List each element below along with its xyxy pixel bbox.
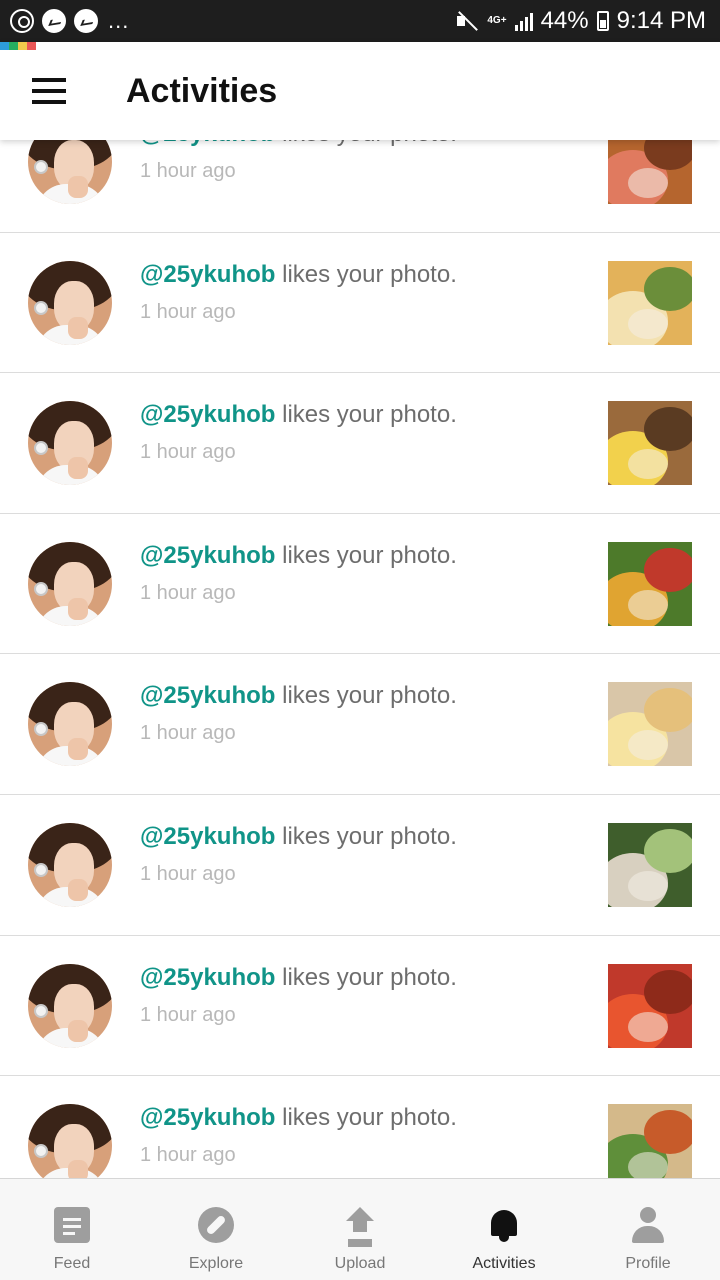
activity-text: @25ykuhob likes your photo. 1 hour ago [140,542,457,605]
activity-message: @25ykuhob likes your photo. [140,542,457,570]
nav-label: Feed [53,1255,91,1272]
avatar[interactable] [28,541,112,626]
battery-icon [596,11,609,31]
activity-row[interactable]: @25ykuhob likes your photo. 1 hour ago [0,654,720,795]
activity-text: @25ykuhob likes your photo. 1 hour ago [140,401,457,464]
messenger-icon [74,9,98,33]
app-bar: Activities [0,42,720,140]
avatar[interactable] [28,682,112,767]
avatar[interactable] [28,1104,112,1178]
nav-label: Upload [334,1255,386,1272]
nav-label: Profile [625,1255,671,1272]
profile-icon [630,1207,666,1243]
user-handle-link[interactable]: @25ykuhob [140,823,275,850]
activity-row[interactable]: @25ykuhob likes your photo. 1 hour ago [0,513,720,655]
photo-thumbnail[interactable] [608,140,692,204]
activity-text: @25ykuhob likes your photo. 1 hour ago [140,823,457,886]
activity-row[interactable]: @25ykuhob likes your photo. 1 hour ago [0,232,720,374]
activity-time: 1 hour ago [140,581,236,604]
activity-time: 1 hour ago [140,300,236,323]
user-handle-link[interactable]: @25ykuhob [140,261,275,288]
activity-message: @25ykuhob likes your photo. [140,261,457,289]
app-color-strip [0,42,36,50]
activity-row[interactable]: @25ykuhob likes your photo. 1 hour ago [0,794,720,936]
activity-message: @25ykuhob likes your photo. [140,401,457,429]
photo-thumbnail[interactable] [608,260,692,345]
activity-text: @25ykuhob likes your photo. 1 hour ago [140,682,457,745]
messenger-icon [42,9,66,33]
avatar[interactable] [28,822,112,907]
activity-action: likes your photo. [275,541,457,569]
photo-thumbnail[interactable] [608,541,692,626]
activity-action: likes your photo. [275,682,457,710]
activity-text: @25ykuhob likes your photo. 1 hour ago [140,261,457,324]
photo-thumbnail[interactable] [608,401,692,486]
nav-label: Explore [188,1255,244,1272]
activity-message: @25ykuhob likes your photo. [140,823,457,851]
mute-icon [455,10,479,32]
activity-action: likes your photo. [275,401,457,429]
user-handle-link[interactable]: @25ykuhob [140,964,275,991]
activity-row[interactable]: @25ykuhob likes your photo. 1 hour ago [0,373,720,514]
activity-row[interactable]: @25ykuhob likes your photo. 1 hour ago [0,140,720,233]
nav-explore[interactable]: Explore [144,1179,288,1280]
battery-percent: 44% [540,7,589,34]
bell-icon [486,1207,522,1243]
photo-thumbnail[interactable] [608,963,692,1048]
activity-row[interactable]: @25ykuhob likes your photo. 1 hour ago [0,935,720,1077]
notification-icons: ... [10,8,129,34]
nav-label: Activities [472,1255,536,1272]
avatar[interactable] [28,401,112,486]
system-status: 4G+ 44% 9:14 PM [455,7,706,35]
user-handle-link[interactable]: @25ykuhob [140,682,275,709]
clock: 9:14 PM [616,7,706,34]
activity-message: @25ykuhob likes your photo. [140,964,457,992]
activity-time: 1 hour ago [140,862,236,885]
activity-time: 1 hour ago [140,1144,236,1167]
bottom-navigation: Feed Explore Upload Activities Profile [0,1178,720,1280]
photo-thumbnail[interactable] [608,822,692,907]
user-handle-link[interactable]: @25ykuhob [140,1104,275,1131]
hamburger-menu-icon[interactable] [0,42,98,140]
user-handle-link[interactable]: @25ykuhob [140,140,275,147]
page-title: Activities [126,71,278,110]
activity-time: 1 hour ago [140,160,236,182]
whatsapp-icon [10,9,34,33]
photo-thumbnail[interactable] [608,682,692,767]
more-notifications: ... [108,8,130,33]
activity-list[interactable]: @25ykuhob likes your photo.1 hour ago@25… [0,140,720,1178]
user-handle-link[interactable]: @25ykuhob [140,542,275,569]
activity-action: likes your photo. [275,963,457,991]
photo-thumbnail[interactable] [608,1104,692,1178]
nav-feed[interactable]: Feed [0,1179,144,1280]
activity-action: likes your photo. [275,822,457,850]
nav-activities[interactable]: Activities [432,1179,576,1280]
activity-action: likes your photo. [275,1104,457,1132]
feed-icon [54,1207,90,1243]
upload-icon [342,1207,378,1243]
avatar[interactable] [28,260,112,345]
activity-time: 1 hour ago [140,722,236,745]
avatar[interactable] [28,963,112,1048]
activity-text: @25ykuhob likes your photo. 1 hour ago [140,1104,457,1167]
avatar[interactable] [28,140,112,204]
activity-time: 1 hour ago [140,441,236,464]
network-type: 4G+ [487,15,507,26]
activity-row[interactable]: @25ykuhob likes your photo. 1 hour ago [0,1076,720,1178]
activity-text: @25ykuhob likes your photo. 1 hour ago [140,140,457,183]
activity-message: @25ykuhob likes your photo. [140,1104,457,1132]
nav-profile[interactable]: Profile [576,1179,720,1280]
activity-time: 1 hour ago [140,1003,236,1026]
nav-upload[interactable]: Upload [288,1179,432,1280]
signal-icon [514,11,533,31]
status-bar: ... 4G+ 44% 9:14 PM [0,0,720,42]
activity-message: @25ykuhob likes your photo. [140,140,457,148]
compass-icon [198,1207,234,1243]
activity-action: likes your photo. [275,260,457,288]
user-handle-link[interactable]: @25ykuhob [140,401,275,428]
activity-text: @25ykuhob likes your photo. 1 hour ago [140,964,457,1027]
activity-message: @25ykuhob likes your photo. [140,682,457,710]
activity-action: likes your photo. [275,140,457,147]
